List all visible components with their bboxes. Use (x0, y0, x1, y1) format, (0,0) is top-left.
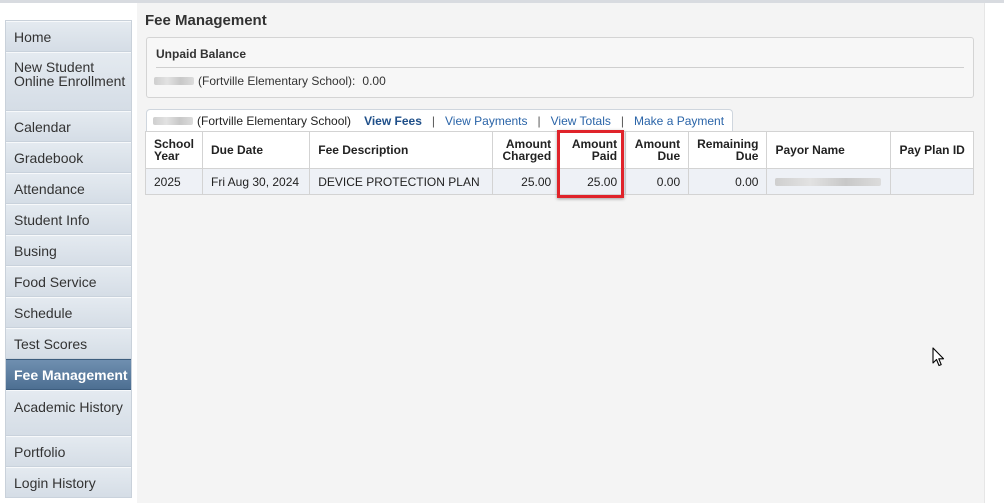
col-due-date: Due Date (202, 131, 311, 169)
balance-school: (Fortville Elementary School): (198, 74, 356, 88)
table-row: 2025 Fri Aug 30, 2024 DEVICE PROTECTION … (144, 168, 974, 195)
redacted-student-name (153, 116, 193, 125)
cell-remaining-due: 0.00 (688, 168, 768, 195)
view-fees-link[interactable]: View Fees (364, 114, 422, 128)
page-title: Fee Management (145, 12, 267, 29)
sidebar-item-fee-management[interactable]: Fee Management (6, 359, 131, 390)
col-amount-charged: Amount Charged (492, 131, 561, 169)
sidebar-item-portfolio[interactable]: Portfolio (6, 436, 131, 467)
sidebar-item-busing[interactable]: Busing (6, 235, 131, 266)
balance-line: (Fortville Elementary School): 0.00 (154, 74, 386, 88)
cell-due-date: Fri Aug 30, 2024 (202, 168, 311, 195)
redacted-payor-name (775, 177, 882, 186)
fees-table: School Year Due Date Fee Description Amo… (144, 131, 974, 195)
sidebar-item-gradebook[interactable]: Gradebook (6, 142, 131, 173)
cell-amount-due: 0.00 (625, 168, 690, 195)
mouse-pointer-icon (932, 347, 945, 367)
sidebar-item-academic-history[interactable]: Academic History (6, 390, 131, 436)
view-payments-link[interactable]: View Payments (445, 114, 527, 128)
col-amount-due: Amount Due (625, 131, 690, 169)
cell-pay-plan-id (890, 168, 974, 195)
student-fee-tab: (Fortville Elementary School) View Fees … (146, 109, 733, 131)
cell-fee-description: DEVICE PROTECTION PLAN (309, 168, 494, 195)
sidebar-nav: Home New Student Online Enrollment Calen… (5, 20, 132, 498)
cell-amount-charged: 25.00 (492, 168, 561, 195)
unpaid-balance-panel: Unpaid Balance (Fortville Elementary Sch… (146, 37, 974, 98)
window-right-edge (984, 3, 1004, 503)
sidebar-item-food-service[interactable]: Food Service (6, 266, 131, 297)
separator: | (620, 113, 625, 128)
make-a-payment-link[interactable]: Make a Payment (634, 114, 724, 128)
sidebar-item-calendar[interactable]: Calendar (6, 111, 131, 142)
sidebar-item-attendance[interactable]: Attendance (6, 173, 131, 204)
cell-amount-paid: 25.00 (559, 168, 627, 195)
col-remaining-due: Remaining Due (688, 131, 768, 169)
table-header-row: School Year Due Date Fee Description Amo… (144, 131, 974, 169)
sidebar-item-student-info[interactable]: Student Info (6, 204, 131, 235)
sidebar-item-new-student-enrollment[interactable]: New Student Online Enrollment (6, 52, 131, 111)
col-payor-name: Payor Name (766, 131, 892, 169)
sidebar-item-login-history[interactable]: Login History (6, 467, 131, 498)
cell-school-year: 2025 (144, 168, 204, 195)
col-pay-plan-id: Pay Plan ID (890, 131, 974, 169)
view-totals-link[interactable]: View Totals (551, 114, 611, 128)
balance-amount: 0.00 (362, 74, 386, 88)
col-school-year: School Year (144, 131, 204, 169)
tab-school-label: (Fortville Elementary School) (197, 113, 352, 128)
col-fee-description: Fee Description (309, 131, 494, 169)
divider (156, 67, 964, 68)
cell-payor-name (766, 168, 892, 195)
unpaid-balance-title: Unpaid Balance (156, 47, 247, 61)
sidebar-item-test-scores[interactable]: Test Scores (6, 328, 131, 359)
sidebar-item-schedule[interactable]: Schedule (6, 297, 131, 328)
sidebar-item-home[interactable]: Home (6, 21, 131, 52)
col-amount-paid: Amount Paid (559, 131, 627, 169)
separator: | (431, 113, 436, 128)
main-content: Fee Management Unpaid Balance (Fortville… (137, 3, 984, 503)
separator: | (537, 113, 541, 128)
redacted-student-name (154, 77, 194, 85)
